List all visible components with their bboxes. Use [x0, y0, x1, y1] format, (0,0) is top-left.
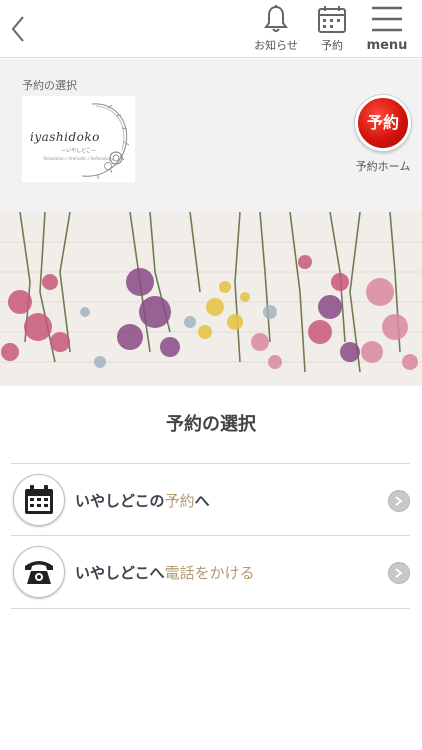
calendar-icon — [318, 6, 346, 33]
call-link-row[interactable]: いやしどこへ電話をかける — [11, 535, 410, 609]
chevron-right-icon[interactable] — [388, 562, 410, 584]
reserve-nav-button[interactable]: 予約 — [314, 4, 350, 53]
dried-flowers-banner — [0, 212, 422, 386]
menu-button[interactable]: menu — [364, 4, 410, 53]
logo-text: iyashidoko — [30, 130, 100, 144]
reserve-home-button[interactable]: 予約 予約ホーム — [352, 95, 414, 174]
chevron-right-icon[interactable] — [388, 490, 410, 512]
row-text-main: いやしどこへ — [75, 564, 165, 582]
reservation-link-row[interactable]: いやしどこの予約へ — [11, 463, 410, 535]
bell-icon — [264, 5, 288, 32]
phone-icon — [25, 561, 53, 584]
banner-image — [0, 212, 422, 386]
reserve-nav-label: 予約 — [321, 39, 343, 52]
row-text-suffix: へ — [194, 492, 210, 510]
reservation-link-text: いやしどこの予約へ — [75, 490, 210, 511]
logo-tagline: Relaxation / Aromatic / Reflexology — [43, 156, 114, 161]
back-button[interactable] — [8, 14, 30, 44]
notifications-label: お知らせ — [254, 39, 298, 52]
row-text-accent: 電話をかける — [164, 564, 255, 582]
header-label: 予約の選択 — [22, 79, 77, 92]
page-title: 予約の選択 — [166, 414, 256, 435]
calendar-icon — [25, 485, 53, 514]
hamburger-menu-icon — [372, 6, 402, 32]
menu-label: menu — [366, 38, 408, 53]
logo-subtitle: —いやしどこ— — [61, 148, 96, 154]
shop-logo: iyashidoko —いやしどこ— Relaxation / Aromatic… — [22, 96, 135, 182]
shop-header: 予約の選択 iyashidoko —いやしどこ— Relaxation / Ar… — [0, 59, 422, 212]
row-text-accent: 予約 — [164, 492, 195, 510]
top-nav-bar: お知らせ 予約 menu — [0, 0, 422, 58]
phone-icon-badge — [13, 546, 65, 598]
chevron-left-icon — [11, 16, 24, 42]
reserve-home-label: 予約ホーム — [355, 160, 411, 173]
call-link-text: いやしどこへ電話をかける — [75, 562, 255, 583]
row-text-main: いやしどこの — [75, 492, 165, 510]
calendar-icon-badge — [13, 474, 65, 526]
notifications-button[interactable]: お知らせ — [252, 4, 300, 53]
reserve-badge: 予約 — [355, 95, 411, 151]
